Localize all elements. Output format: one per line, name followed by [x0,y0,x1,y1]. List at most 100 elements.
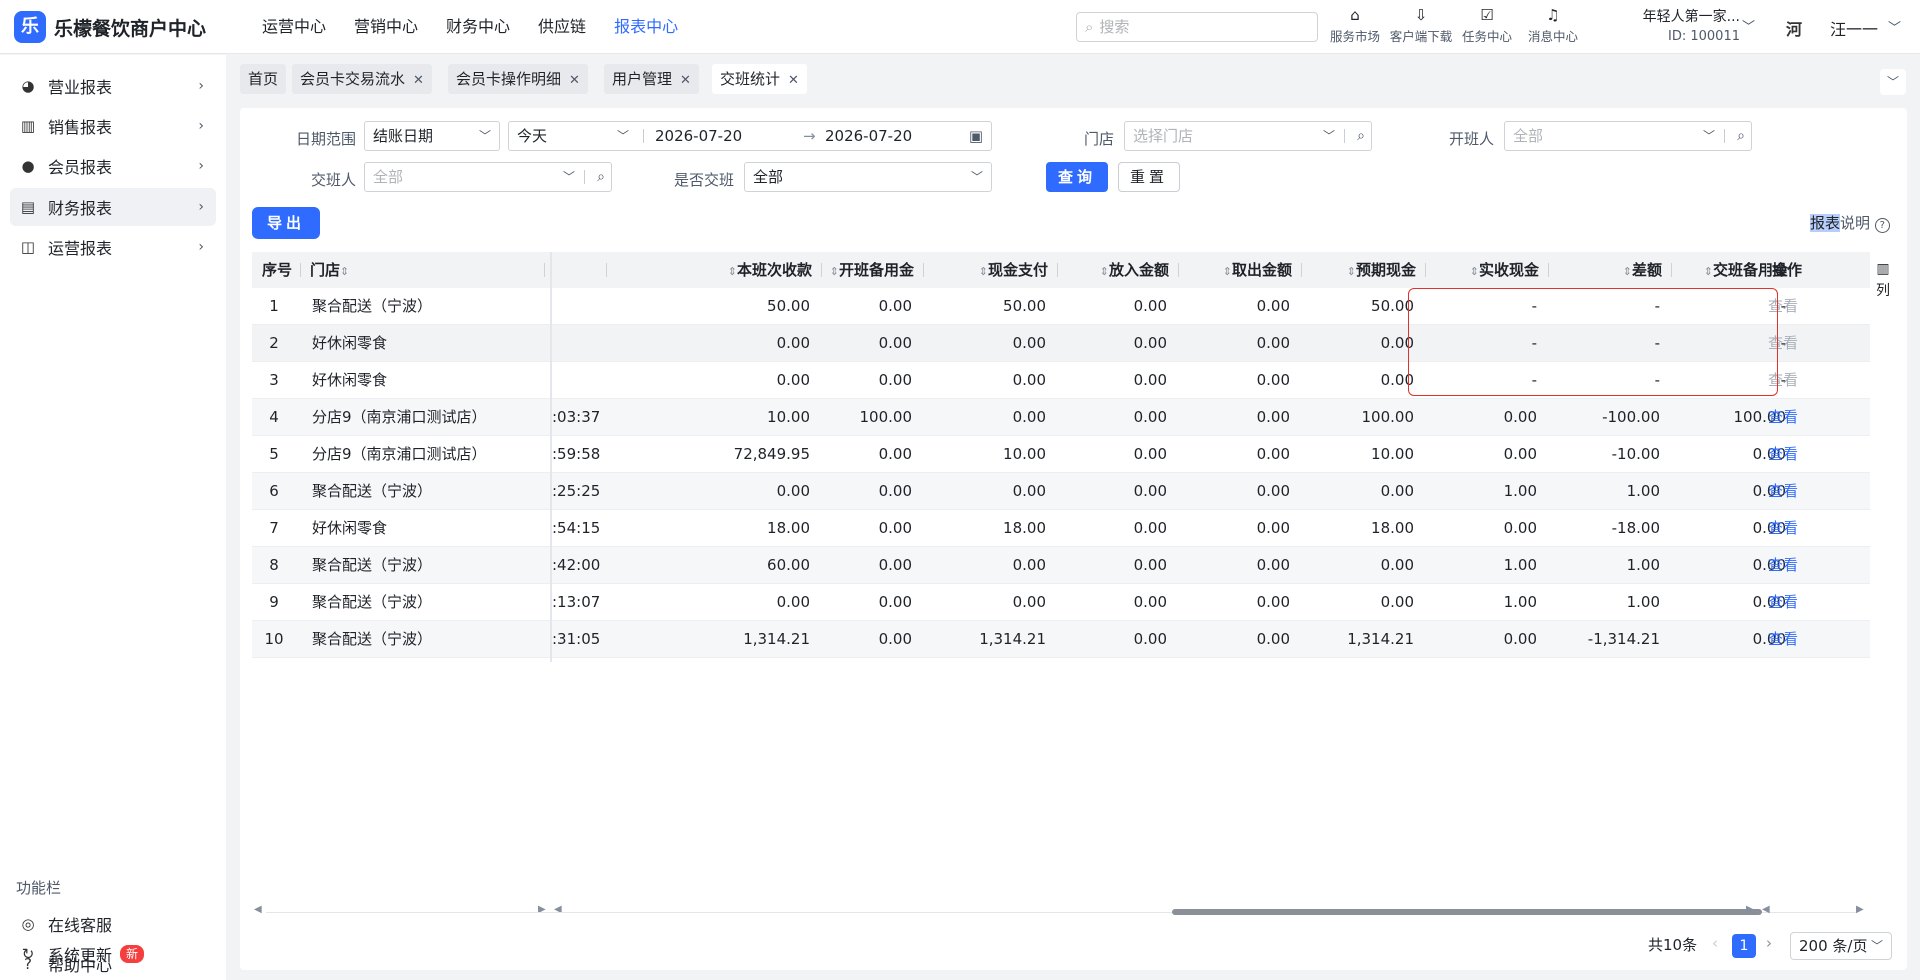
search-icon[interactable]: ⌕ [1737,122,1745,150]
scroll-thumb[interactable] [1172,909,1762,915]
tab-member-card-transactions[interactable]: 会员卡交易流水 ✕ [292,64,432,94]
sort-icon[interactable]: ⇕ [1623,265,1632,278]
view-link[interactable]: 查看 [1768,473,1828,509]
app-logo[interactable]: 乐 [14,11,46,43]
app-brand[interactable]: 乐檬餐饮商户中心 [54,14,206,41]
date-range-picker[interactable]: 今天 ﹀ 2026-07-20 → 2026-07-20 ▣ [508,121,992,151]
handover-select[interactable]: 全部 ﹀ ⌕ [364,162,612,192]
tool-service-market[interactable]: ⌂ 服务市场 [1322,6,1388,45]
scroll-left-icon[interactable]: ◀ [254,904,262,915]
scroll-left-icon[interactable]: ◀ [554,904,562,915]
sidebar-item-finance-report[interactable]: ▤ 财务报表 › [10,188,216,226]
page-size-select[interactable]: 200 条/页 ﹀ [1790,932,1892,960]
query-button[interactable]: 查询 [1046,162,1108,192]
header-cash-out[interactable]: ⇕取出金额 [1182,252,1302,288]
nav-finance[interactable]: 财务中心 [432,0,524,54]
date-to[interactable]: 2026-07-20 [825,122,912,150]
table-row[interactable]: 4 分店9（南京浦口测试店）:03:37 10.00 100.00 0.00 0.00 0.… [252,399,1870,436]
sidebar-item-business-report[interactable]: ◕ 营业报表 › [10,67,216,105]
sort-icon[interactable]: ⇕ [830,265,839,278]
scroll-right-icon[interactable]: ▶ [1746,904,1754,915]
sort-icon[interactable]: ⇕ [979,265,988,278]
tab-member-card-operations[interactable]: 会员卡操作明细 ✕ [448,64,588,94]
tool-message-center[interactable]: ♫ 消息中心 [1520,6,1586,45]
table-row[interactable]: 8 聚合配送（宁波）:42:00 60.00 0.00 0.00 0.00 0.00 0.00… [252,547,1870,584]
sort-icon[interactable]: ⇕ [1100,265,1109,278]
prev-page-icon[interactable]: ‹ [1712,934,1718,952]
sort-icon[interactable]: ⇕ [1470,265,1479,278]
cell-seq: 10 [264,630,284,648]
view-link[interactable]: 查看 [1768,547,1828,583]
header-expected-cash[interactable]: ⇕预期现金 [1306,252,1426,288]
close-icon[interactable]: ✕ [413,73,424,88]
sidebar-item-sales-report[interactable]: ▥ 销售报表 › [10,107,216,145]
close-icon[interactable]: ✕ [569,73,580,88]
store-select[interactable]: 选择门店 ﹀ ⌕ [1124,121,1372,151]
column-settings-button[interactable]: ▥ 列 [1870,258,1896,302]
opener-select[interactable]: 全部 ﹀ ⌕ [1504,121,1752,151]
table-row[interactable]: 7 好休闲零食:54:15 18.00 0.00 18.00 0.00 0.00 18.00 0… [252,510,1870,547]
header-opening-float[interactable]: ⇕开班备用金 [804,252,924,288]
search-icon[interactable]: ⌕ [1357,122,1365,150]
sort-icon[interactable]: ⇕ [1223,265,1232,278]
header-cash-payment[interactable]: ⇕现金支付 [928,252,1058,288]
table-row[interactable]: 6 聚合配送（宁波）:25:25 0.00 0.00 0.00 0.00 0.00 0.00 1… [252,473,1870,510]
sidebar-item-operations-report[interactable]: ◫ 运营报表 › [10,228,216,266]
tool-task-center[interactable]: ☑ 任务中心 [1454,6,1520,45]
close-icon[interactable]: ✕ [788,73,799,88]
header-shift-receipts[interactable]: ⇕本班次收款 [652,252,822,288]
calendar-icon[interactable]: ▣ [969,122,983,150]
is-handover-select[interactable]: 全部 ﹀ [744,162,992,192]
view-link[interactable]: 查看 [1768,436,1828,472]
tab-overflow-button[interactable]: ﹀ [1880,69,1906,95]
cell-cash-in: 0.00 [1133,630,1167,648]
scroll-right-icon[interactable]: ▶ [538,904,546,915]
report-description-link[interactable]: 报表说明 ? [1810,212,1890,233]
scroll-right-icon[interactable]: ▶ [1856,904,1864,915]
scroll-left-icon[interactable]: ◀ [1762,904,1770,915]
date-from[interactable]: 2026-07-20 [655,122,742,150]
date-type-select[interactable]: 结账日期 ﹀ [364,121,500,151]
nav-operations[interactable]: 运营中心 [248,0,340,54]
table-row[interactable]: 9 聚合配送（宁波）:13:07 0.00 0.00 0.00 0.00 0.00 0.00 1… [252,584,1870,621]
global-search[interactable]: ⌕ [1076,12,1318,42]
table-row[interactable]: 10 聚合配送（宁波）:31:05 1,314.21 0.00 1,314.21 0.00… [252,621,1870,658]
sort-icon[interactable]: ⇕ [728,265,737,278]
nav-supply-chain[interactable]: 供应链 [524,0,600,54]
page-number-current[interactable]: 1 [1732,934,1756,958]
table-row[interactable]: 5 分店9（南京浦口测试店）:59:58 72,849.95 0.00 10.00 0.0… [252,436,1870,473]
nav-marketing[interactable]: 营销中心 [340,0,432,54]
search-input[interactable] [1099,18,1300,36]
tab-shift-statistics[interactable]: 交班统计 ✕ [712,64,807,94]
horizontal-scrollbar[interactable]: ◀ ▶ ◀ ▶ ◀ ▶ [252,904,1870,920]
nav-reports[interactable]: 报表中心 [600,0,692,54]
tool-client-download[interactable]: ⇩ 客户端下载 [1388,6,1454,45]
header-store[interactable]: 门店⇕ [310,252,410,288]
arrow-right-icon: → [803,127,816,145]
header-actual-cash[interactable]: ⇕实收现金 [1435,252,1549,288]
next-page-icon[interactable]: › [1766,934,1772,952]
sort-icon[interactable]: ⇕ [1347,265,1356,278]
avatar[interactable]: 河 [1786,16,1812,39]
sort-icon[interactable]: ⇕ [1704,265,1713,278]
user-name[interactable]: 汪一一 [1830,16,1878,40]
reset-button[interactable]: 重置 [1118,162,1180,192]
sort-icon[interactable]: ⇕ [340,265,349,278]
header-difference[interactable]: ⇕差额 [1558,252,1672,288]
folder-download-icon: ⇩ [1414,6,1428,24]
close-icon[interactable]: ✕ [680,73,691,88]
sidebar-item-member-report[interactable]: ● 会员报表 › [10,147,216,185]
tab-home[interactable]: 首页 [240,64,287,94]
search-icon[interactable]: ⌕ [597,163,605,191]
export-button[interactable]: 导出 [252,207,320,239]
view-link[interactable]: 查看 [1768,399,1828,435]
chevron-down-icon[interactable]: ﹀ [1742,16,1755,35]
chevron-down-icon[interactable]: ﹀ [1888,17,1901,36]
sidebar-item-system-update[interactable]: ↻ 系统更新新 [10,935,216,973]
view-link[interactable]: 查看 [1768,621,1828,657]
view-link[interactable]: 查看 [1768,510,1828,546]
tab-user-management[interactable]: 用户管理 ✕ [604,64,699,94]
header-cash-in[interactable]: ⇕放入金额 [1068,252,1179,288]
tenant-switcher[interactable]: 年轻人第一家... ID: 100011 [1620,6,1740,44]
view-link[interactable]: 查看 [1768,584,1828,620]
